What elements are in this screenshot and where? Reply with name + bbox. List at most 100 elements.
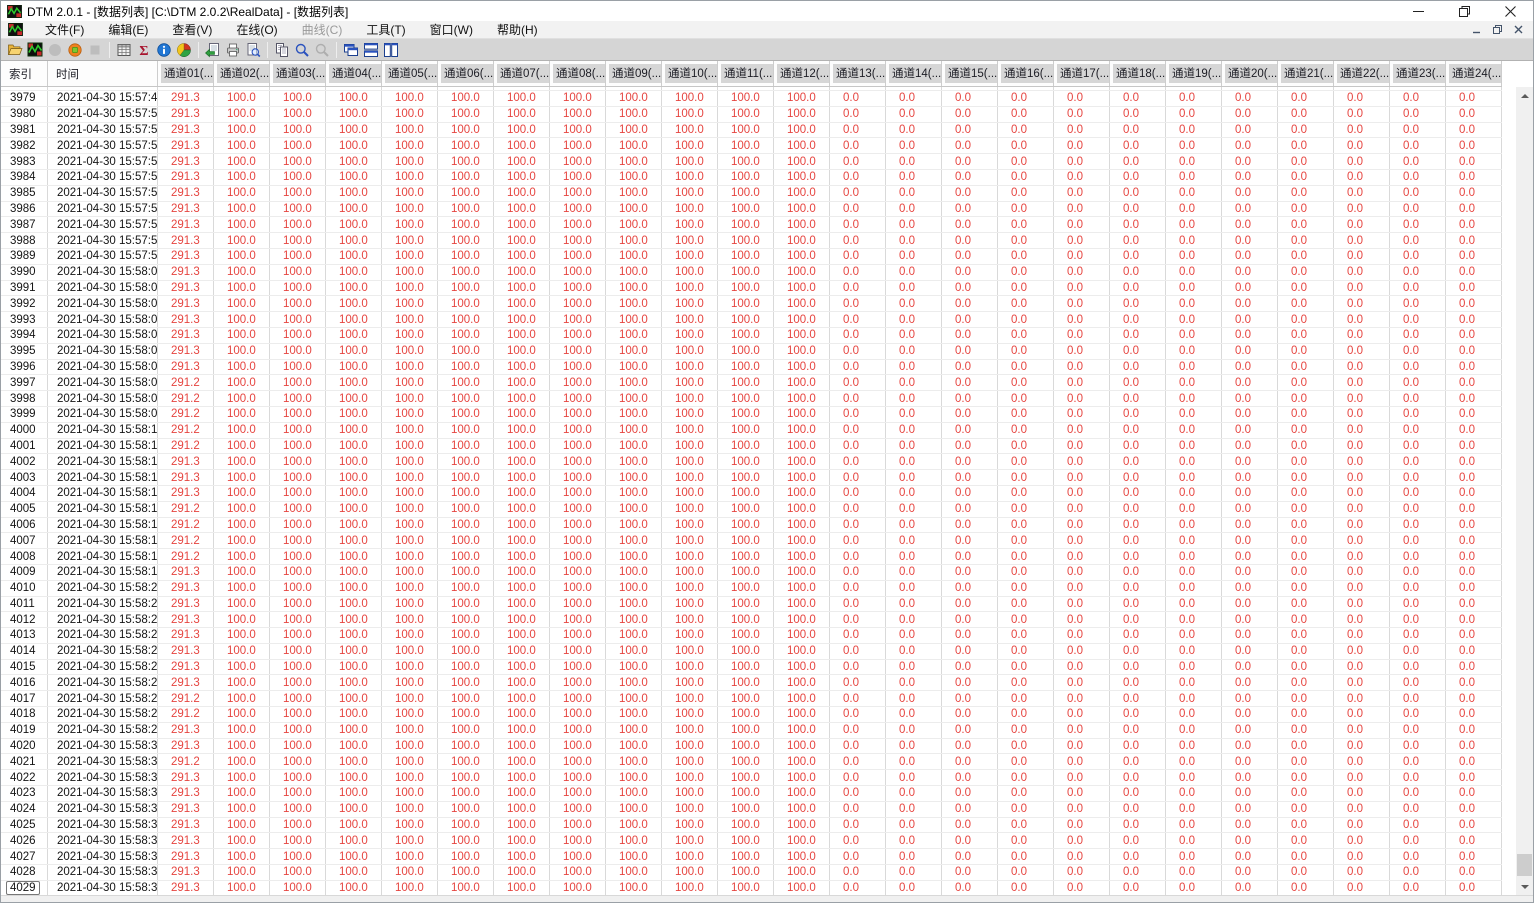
column-header-12[interactable]: 通道10(... <box>662 61 718 86</box>
cell-channel-9[interactable]: 100.0 <box>550 722 606 738</box>
cell-channel-20[interactable]: 0.0 <box>1166 343 1222 359</box>
cell-channel-6[interactable]: 100.0 <box>382 343 438 359</box>
column-header-8[interactable]: 通道06(... <box>438 61 494 86</box>
cell-channel-11[interactable]: 100.0 <box>662 628 718 643</box>
cell-channel-5[interactable]: 100.0 <box>326 217 382 233</box>
cell-channel-1[interactable]: 291.2 <box>158 406 214 422</box>
cell-channel-13[interactable]: 100.0 <box>774 738 830 754</box>
menu-item-2[interactable]: 编辑(E) <box>96 21 160 38</box>
cell-channel-20[interactable]: 0.0 <box>1166 327 1222 343</box>
cell-channel-17[interactable]: 0.0 <box>998 248 1054 264</box>
cell-channel-6[interactable]: 100.0 <box>382 201 438 217</box>
cell-channel-11[interactable]: 100.0 <box>662 312 718 327</box>
cell-channel-18[interactable]: 0.0 <box>1054 754 1110 770</box>
cell-channel-20[interactable]: 0.0 <box>1166 280 1222 296</box>
cell-channel-9[interactable]: 100.0 <box>550 454 606 470</box>
cell-index[interactable]: 3990 <box>1 264 48 280</box>
cell-index[interactable]: 4012 <box>1 612 48 628</box>
cell-channel-4[interactable]: 100.0 <box>270 154 326 169</box>
cell-channel-1[interactable]: 291.2 <box>158 375 214 391</box>
cell-index[interactable]: 3979 <box>1 91 48 106</box>
cell-channel-21[interactable]: 0.0 <box>1222 722 1278 738</box>
cell-channel-12[interactable]: 100.0 <box>718 675 774 691</box>
cell-channel-5[interactable]: 100.0 <box>326 391 382 406</box>
cell-channel-11[interactable]: 100.0 <box>662 596 718 612</box>
column-header-23[interactable]: 通道21(... <box>1278 61 1334 86</box>
cell-channel-17[interactable]: 0.0 <box>998 738 1054 754</box>
cell-channel-5[interactable]: 100.0 <box>326 185 382 201</box>
cell-channel-19[interactable]: 0.0 <box>1110 533 1166 549</box>
cell-channel-6[interactable]: 100.0 <box>382 438 438 454</box>
cell-channel-10[interactable]: 100.0 <box>606 280 662 296</box>
cell-channel-25[interactable]: 0.0 <box>1446 233 1502 248</box>
cell-channel-17[interactable]: 0.0 <box>998 501 1054 517</box>
cell-index[interactable]: 3983 <box>1 154 48 169</box>
cell-channel-18[interactable]: 0.0 <box>1054 422 1110 438</box>
cell-channel-11[interactable]: 100.0 <box>662 201 718 217</box>
cell-channel-8[interactable]: 100.0 <box>494 391 550 406</box>
cell-channel-5[interactable]: 100.0 <box>326 643 382 659</box>
cell-channel-1[interactable]: 291.3 <box>158 833 214 849</box>
cell-channel-22[interactable]: 0.0 <box>1278 738 1334 754</box>
cell-channel-9[interactable]: 100.0 <box>550 533 606 549</box>
cell-channel-1[interactable]: 291.2 <box>158 691 214 707</box>
cell-channel-20[interactable]: 0.0 <box>1166 138 1222 154</box>
cell-time[interactable]: 2021-04-30 15:58:12 <box>48 454 158 470</box>
cell-channel-22[interactable]: 0.0 <box>1278 549 1334 564</box>
menu-item-4[interactable]: 在线(O) <box>224 21 289 38</box>
cell-time[interactable]: 2021-04-30 15:57:52 <box>48 138 158 154</box>
cell-time[interactable]: 2021-04-30 15:58:09 <box>48 406 158 422</box>
cell-channel-15[interactable]: 0.0 <box>886 91 942 106</box>
cell-index[interactable]: 4004 <box>1 485 48 501</box>
cell-channel-1[interactable]: 291.3 <box>158 470 214 485</box>
cell-channel-15[interactable]: 0.0 <box>886 217 942 233</box>
cell-channel-1[interactable]: 291.2 <box>158 501 214 517</box>
cell-channel-6[interactable]: 100.0 <box>382 391 438 406</box>
cell-channel-4[interactable]: 100.0 <box>270 738 326 754</box>
cell-channel-22[interactable]: 0.0 <box>1278 422 1334 438</box>
cell-channel-6[interactable]: 100.0 <box>382 817 438 833</box>
cell-channel-19[interactable]: 0.0 <box>1110 675 1166 691</box>
column-header-3[interactable]: 通道01(... <box>158 61 214 86</box>
cell-channel-5[interactable]: 100.0 <box>326 138 382 154</box>
cell-channel-13[interactable]: 100.0 <box>774 391 830 406</box>
cell-channel-16[interactable]: 0.0 <box>942 564 998 580</box>
cell-channel-23[interactable]: 0.0 <box>1334 817 1390 833</box>
cell-channel-20[interactable]: 0.0 <box>1166 865 1222 880</box>
cell-channel-23[interactable]: 0.0 <box>1334 786 1390 801</box>
cell-channel-10[interactable]: 100.0 <box>606 501 662 517</box>
cell-channel-17[interactable]: 0.0 <box>998 438 1054 454</box>
cell-channel-19[interactable]: 0.0 <box>1110 327 1166 343</box>
column-header-18[interactable]: 通道16(... <box>998 61 1054 86</box>
cell-channel-12[interactable]: 100.0 <box>718 422 774 438</box>
cell-channel-20[interactable]: 0.0 <box>1166 675 1222 691</box>
cell-channel-20[interactable]: 0.0 <box>1166 738 1222 754</box>
cell-channel-15[interactable]: 0.0 <box>886 880 942 895</box>
cell-channel-24[interactable]: 0.0 <box>1390 659 1446 675</box>
scroll-up-button[interactable] <box>1516 87 1533 104</box>
cell-channel-8[interactable]: 100.0 <box>494 280 550 296</box>
cell-channel-3[interactable]: 100.0 <box>214 722 270 738</box>
cell-channel-4[interactable]: 100.0 <box>270 327 326 343</box>
cell-index[interactable]: 4022 <box>1 770 48 786</box>
cell-channel-8[interactable]: 100.0 <box>494 343 550 359</box>
cell-channel-14[interactable]: 0.0 <box>830 501 886 517</box>
cell-channel-8[interactable]: 100.0 <box>494 327 550 343</box>
cell-channel-25[interactable]: 0.0 <box>1446 327 1502 343</box>
cell-channel-11[interactable]: 100.0 <box>662 849 718 865</box>
cell-channel-19[interactable]: 0.0 <box>1110 154 1166 169</box>
cell-channel-7[interactable]: 100.0 <box>438 738 494 754</box>
cell-channel-24[interactable]: 0.0 <box>1390 770 1446 786</box>
cell-channel-14[interactable]: 0.0 <box>830 549 886 564</box>
cell-channel-17[interactable]: 0.0 <box>998 185 1054 201</box>
cell-channel-19[interactable]: 0.0 <box>1110 865 1166 880</box>
cell-time[interactable]: 2021-04-30 15:58:32 <box>48 770 158 786</box>
cell-channel-5[interactable]: 100.0 <box>326 327 382 343</box>
cell-channel-22[interactable]: 0.0 <box>1278 201 1334 217</box>
cell-channel-23[interactable]: 0.0 <box>1334 248 1390 264</box>
cell-index[interactable]: 4007 <box>1 533 48 549</box>
cell-channel-17[interactable]: 0.0 <box>998 201 1054 217</box>
cell-channel-14[interactable]: 0.0 <box>830 343 886 359</box>
cell-channel-9[interactable]: 100.0 <box>550 91 606 106</box>
cell-channel-6[interactable]: 100.0 <box>382 454 438 470</box>
